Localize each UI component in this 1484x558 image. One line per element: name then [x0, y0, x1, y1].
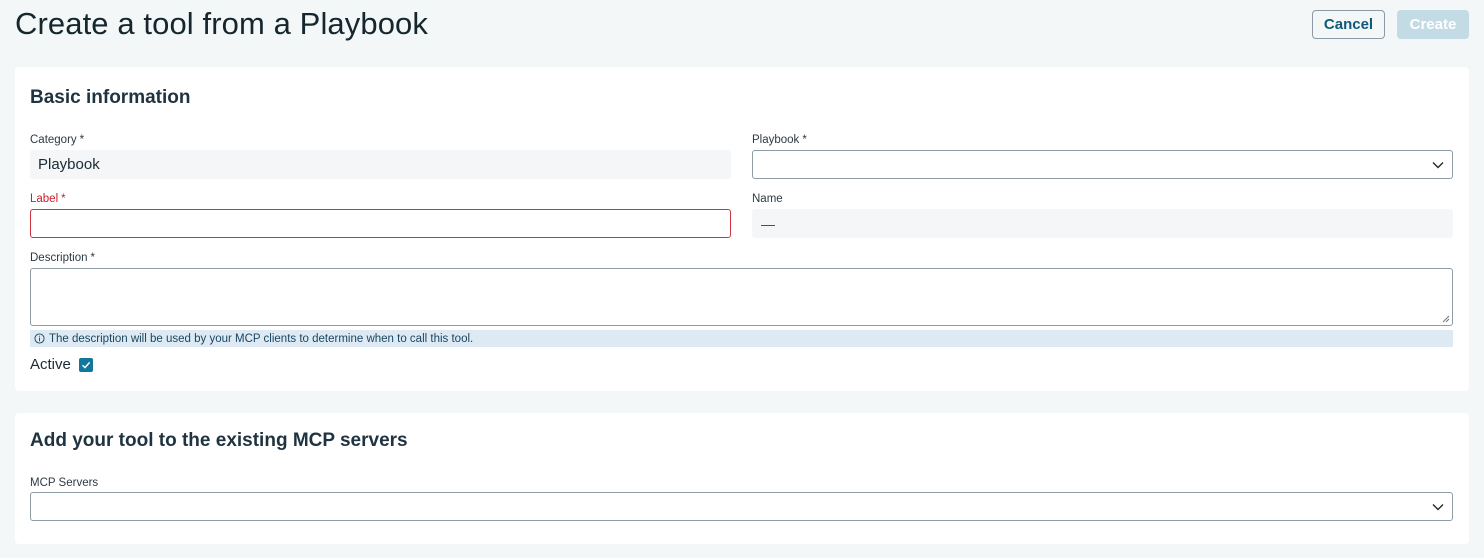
description-textarea[interactable]: [30, 268, 1453, 326]
description-label-text: Description: [30, 252, 88, 264]
description-help-bar: The description will be used by your MCP…: [30, 330, 1453, 347]
active-checkbox[interactable]: [78, 357, 93, 372]
name-label: Name: [752, 193, 783, 205]
label-input[interactable]: [30, 209, 731, 238]
description-help-text: The description will be used by your MCP…: [49, 332, 474, 345]
basic-information-card: Basic information Category * Playbook Pla…: [15, 67, 1469, 391]
playbook-select[interactable]: [752, 150, 1453, 179]
section-title-basic: Basic information: [30, 87, 191, 108]
chevron-down-icon: [1432, 504, 1444, 511]
mcp-servers-select[interactable]: [30, 492, 1453, 521]
resize-handle-icon[interactable]: [1442, 315, 1450, 323]
page: Create a tool from a Playbook Cancel Cre…: [0, 0, 1484, 558]
required-marker: *: [79, 134, 85, 146]
playbook-label-text: Playbook: [752, 134, 800, 146]
description-label: Description *: [30, 252, 95, 264]
cancel-button[interactable]: Cancel: [1312, 10, 1385, 39]
category-label-text: Category: [30, 134, 77, 146]
mcp-servers-label: MCP Servers: [30, 477, 99, 489]
create-button[interactable]: Create: [1397, 10, 1469, 39]
label-field-label-text: Label: [30, 193, 59, 205]
required-marker: *: [61, 193, 66, 205]
mcp-servers-card: Add your tool to the existing MCP server…: [15, 413, 1469, 544]
checkmark-icon: [81, 361, 90, 369]
section-title-mcp: Add your tool to the existing MCP server…: [30, 430, 408, 451]
active-label: Active: [30, 356, 71, 373]
label-field-label: Label *: [30, 193, 66, 205]
chevron-down-icon: [1432, 162, 1444, 169]
playbook-label: Playbook *: [752, 134, 807, 146]
required-marker: *: [802, 134, 807, 146]
name-field: —: [752, 209, 1453, 238]
page-title: Create a tool from a Playbook: [15, 6, 428, 41]
category-label: Category *: [30, 134, 84, 146]
required-marker: *: [90, 252, 96, 264]
info-icon: [34, 333, 45, 344]
active-row: Active: [30, 356, 93, 373]
category-field: Playbook: [30, 150, 731, 179]
